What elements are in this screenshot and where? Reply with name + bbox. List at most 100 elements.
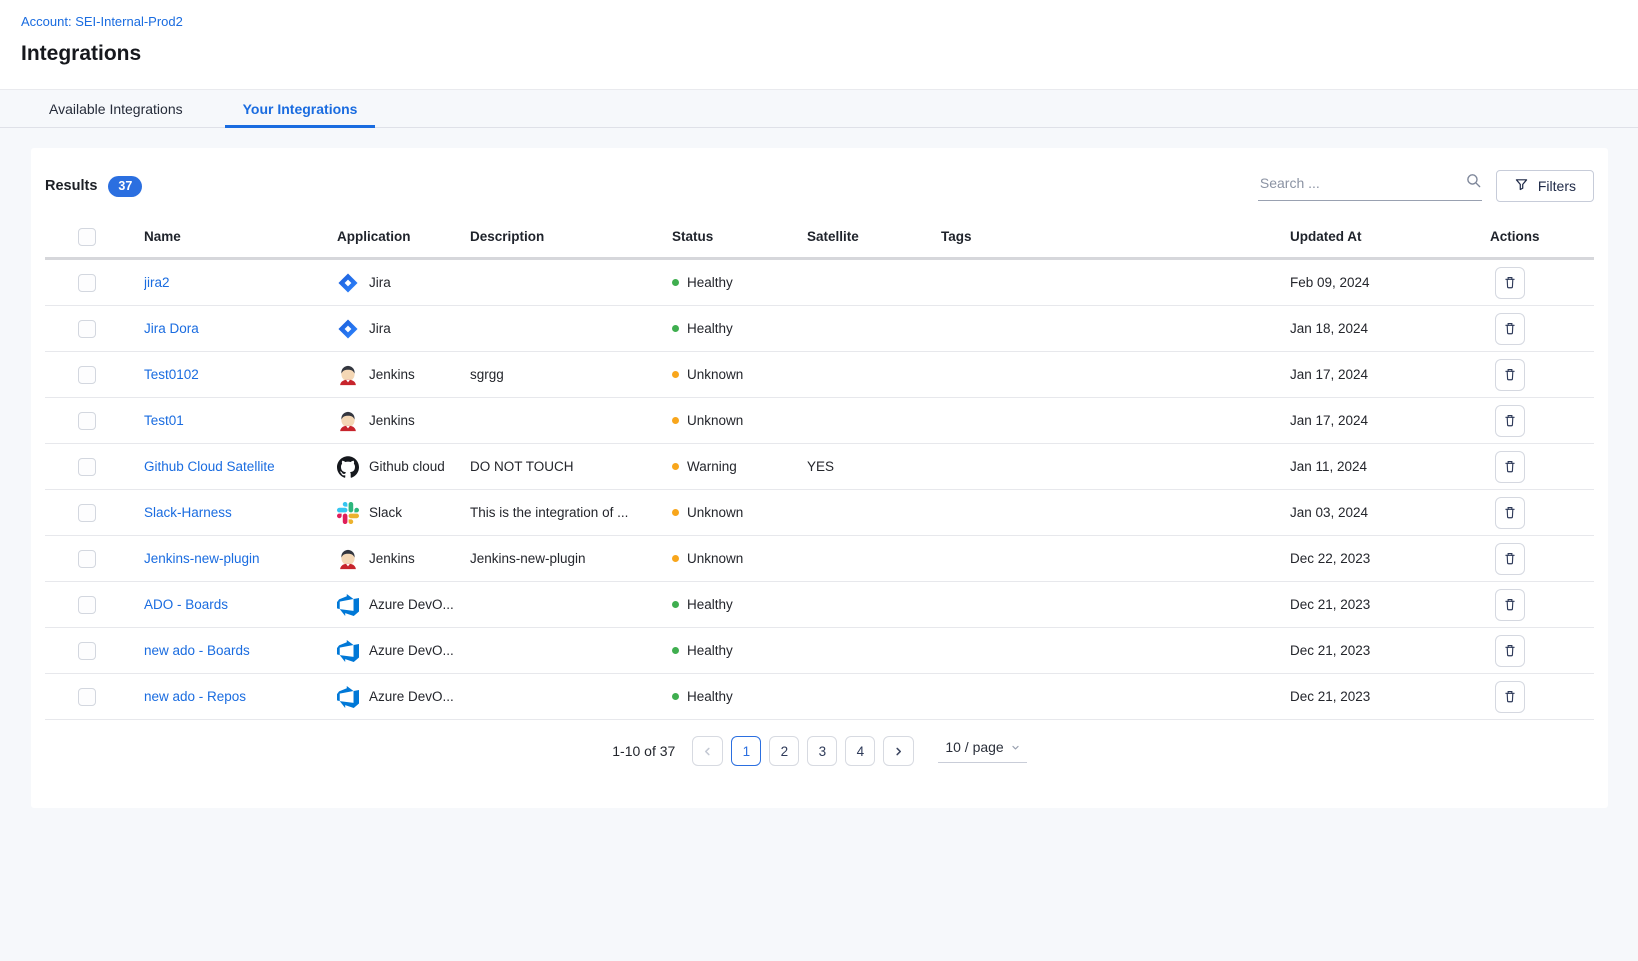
page-button-1[interactable]: 1 [731, 736, 761, 766]
status-label: Healthy [687, 321, 733, 336]
azuredevops-icon [337, 686, 359, 708]
integration-name-link[interactable]: jira2 [144, 275, 170, 290]
delete-button[interactable] [1495, 267, 1525, 299]
filters-label: Filters [1538, 178, 1576, 194]
delete-button[interactable] [1495, 681, 1525, 713]
row-checkbox[interactable] [78, 366, 96, 384]
row-checkbox[interactable] [78, 550, 96, 568]
application-label: Jenkins [369, 367, 415, 382]
row-checkbox[interactable] [78, 458, 96, 476]
row-checkbox[interactable] [78, 642, 96, 660]
delete-button[interactable] [1495, 635, 1525, 667]
delete-button[interactable] [1495, 359, 1525, 391]
filters-button[interactable]: Filters [1496, 170, 1594, 202]
page-button-3[interactable]: 3 [807, 736, 837, 766]
trash-icon [1503, 689, 1517, 704]
integration-name-link[interactable]: Github Cloud Satellite [144, 459, 275, 474]
delete-button[interactable] [1495, 405, 1525, 437]
table-row: Slack-Harness Slack This is the integrat… [45, 490, 1594, 536]
results-summary: Results 37 [45, 176, 142, 197]
results-count-badge: 37 [108, 176, 142, 197]
integration-name-link[interactable]: ADO - Boards [144, 597, 228, 612]
row-checkbox[interactable] [78, 596, 96, 614]
status-dot [672, 417, 679, 424]
status-dot [672, 371, 679, 378]
chevron-down-icon [1011, 743, 1020, 752]
trash-icon [1503, 321, 1517, 336]
trash-icon [1503, 413, 1517, 428]
status-dot [672, 279, 679, 286]
search-box [1258, 172, 1482, 201]
page-size-select[interactable]: 10 / page [938, 739, 1026, 763]
tab-strip: Available Integrations Your Integrations [0, 90, 1638, 128]
status-label: Unknown [687, 505, 743, 520]
jenkins-icon [337, 364, 359, 386]
tab-available-integrations[interactable]: Available Integrations [31, 90, 201, 127]
status-dot [672, 693, 679, 700]
updated-at-value: Dec 21, 2023 [1290, 689, 1490, 704]
table-row: new ado - Boards Azure DevO... Healthy D… [45, 628, 1594, 674]
application-label: Jira [369, 321, 391, 336]
row-checkbox[interactable] [78, 320, 96, 338]
trash-icon [1503, 551, 1517, 566]
updated-at-value: Jan 03, 2024 [1290, 505, 1490, 520]
integration-name-link[interactable]: new ado - Repos [144, 689, 246, 704]
delete-button[interactable] [1495, 589, 1525, 621]
row-checkbox[interactable] [78, 688, 96, 706]
column-header-name: Name [144, 229, 337, 244]
integration-name-link[interactable]: Jira Dora [144, 321, 199, 336]
status-label: Unknown [687, 413, 743, 428]
github-icon [337, 456, 359, 478]
integration-name-link[interactable]: Test01 [144, 413, 184, 428]
table-row: Jira Dora Jira Healthy Jan 18, 2024 [45, 306, 1594, 352]
search-input[interactable] [1258, 174, 1465, 192]
next-page-button[interactable] [883, 736, 914, 766]
status-dot [672, 463, 679, 470]
row-checkbox[interactable] [78, 274, 96, 292]
description-text: Jenkins-new-plugin [470, 551, 672, 566]
updated-at-value: Jan 11, 2024 [1290, 459, 1490, 474]
table-row: Jenkins-new-plugin Jenkins Jenkins-new-p… [45, 536, 1594, 582]
status-dot [672, 601, 679, 608]
updated-at-value: Dec 21, 2023 [1290, 597, 1490, 612]
pagination-range: 1-10 of 37 [612, 743, 675, 759]
trash-icon [1503, 597, 1517, 612]
integration-name-link[interactable]: Test0102 [144, 367, 199, 382]
status-label: Warning [687, 459, 737, 474]
toolbar: Results 37 Filters [45, 166, 1594, 206]
page-size-label: 10 / page [945, 739, 1003, 755]
column-header-description: Description [470, 229, 672, 244]
column-header-tags: Tags [941, 229, 1290, 244]
tab-your-integrations[interactable]: Your Integrations [225, 90, 376, 127]
delete-button[interactable] [1495, 497, 1525, 529]
column-header-actions: Actions [1490, 229, 1594, 244]
table-row: ADO - Boards Azure DevO... Healthy Dec 2… [45, 582, 1594, 628]
delete-button[interactable] [1495, 451, 1525, 483]
prev-page-button[interactable] [692, 736, 723, 766]
column-header-updated-at: Updated At [1290, 229, 1490, 244]
table-row: Github Cloud Satellite Github cloud DO N… [45, 444, 1594, 490]
status-label: Unknown [687, 367, 743, 382]
select-all-checkbox[interactable] [78, 228, 96, 246]
table-row: new ado - Repos Azure DevO... Healthy De… [45, 674, 1594, 720]
delete-button[interactable] [1495, 313, 1525, 345]
trash-icon [1503, 643, 1517, 658]
application-label: Jenkins [369, 413, 415, 428]
row-checkbox[interactable] [78, 412, 96, 430]
integration-name-link[interactable]: Jenkins-new-plugin [144, 551, 260, 566]
integrations-panel: Results 37 Filters Name Application Desc… [31, 148, 1608, 808]
page-button-2[interactable]: 2 [769, 736, 799, 766]
row-checkbox[interactable] [78, 504, 96, 522]
integration-name-link[interactable]: new ado - Boards [144, 643, 250, 658]
delete-button[interactable] [1495, 543, 1525, 575]
account-link[interactable]: Account: SEI-Internal-Prod2 [21, 14, 183, 29]
description-text: sgrgg [470, 367, 672, 382]
application-label: Slack [369, 505, 402, 520]
updated-at-value: Dec 21, 2023 [1290, 643, 1490, 658]
updated-at-value: Jan 18, 2024 [1290, 321, 1490, 336]
integration-name-link[interactable]: Slack-Harness [144, 505, 232, 520]
page-button-4[interactable]: 4 [845, 736, 875, 766]
description-text: DO NOT TOUCH [470, 459, 672, 474]
status-label: Healthy [687, 597, 733, 612]
column-header-status: Status [672, 229, 807, 244]
